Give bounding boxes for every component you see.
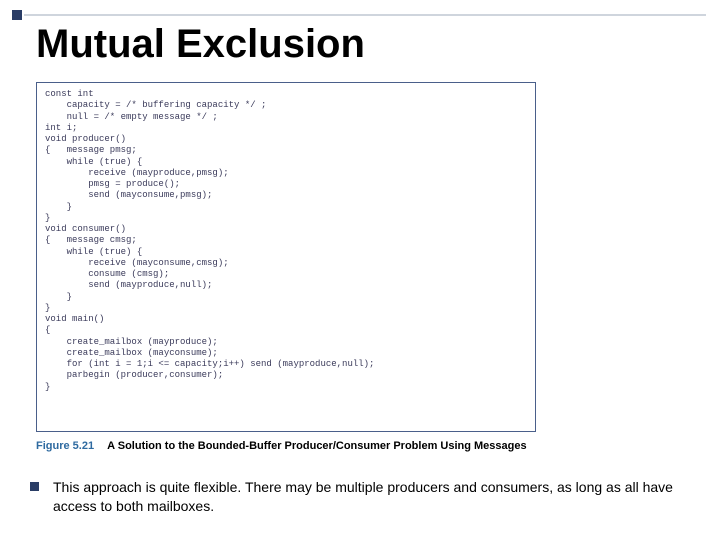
bullet-text: This approach is quite flexible. There m… (53, 478, 690, 516)
accent-square (12, 10, 22, 20)
page-title: Mutual Exclusion (36, 22, 365, 67)
figure-number: Figure 5.21 (36, 440, 94, 452)
bullet-icon (30, 482, 39, 491)
figure-caption-text: A Solution to the Bounded-Buffer Produce… (107, 440, 526, 452)
bullet-item: This approach is quite flexible. There m… (30, 478, 690, 516)
figure-caption: Figure 5.21 A Solution to the Bounded-Bu… (36, 440, 527, 452)
code-listing: const int capacity = /* buffering capaci… (36, 82, 536, 432)
accent-line (24, 14, 706, 16)
